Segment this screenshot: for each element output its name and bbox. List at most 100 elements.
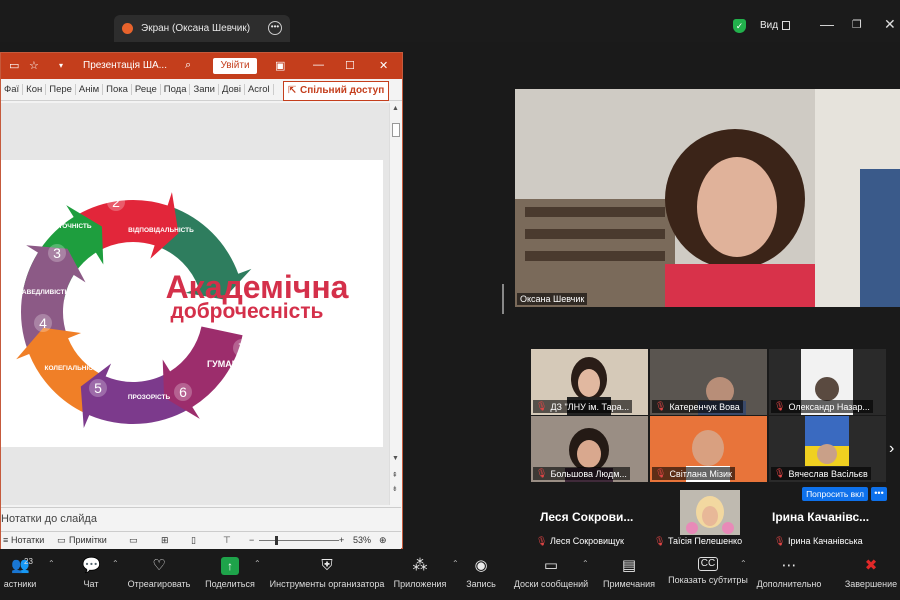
view-grid-icon[interactable] — [782, 21, 790, 30]
ribbon-tab[interactable]: Acrol — [245, 84, 274, 95]
search-icon[interactable]: ⌕ — [185, 59, 191, 72]
slide[interactable]: Академічна доброчесність 1 ВІДПОВІДАЛЬНІС… — [1, 160, 383, 447]
next-page-chevron-icon[interactable]: › — [889, 440, 894, 458]
share-caret-icon[interactable]: ⌃ — [254, 559, 261, 568]
record-button[interactable]: ◉ Запись — [464, 549, 498, 600]
zoom-slider-thumb[interactable] — [275, 536, 278, 545]
slideshow-icon[interactable]: ⊤ — [223, 532, 231, 549]
ppt-maximize-icon[interactable]: ☐ — [345, 59, 355, 72]
participant-name: 🎙 Большова Людм... — [533, 467, 630, 480]
ribbon-tab[interactable]: Пода — [161, 84, 191, 95]
captions-button[interactable]: CC Показать субтитры — [668, 549, 748, 600]
apps-button[interactable]: ⁂ Приложения — [392, 549, 448, 600]
ribbon-tab[interactable]: Пока — [103, 84, 132, 95]
more-options-icon[interactable]: ••• — [268, 21, 282, 35]
ribbon-tab[interactable]: Фаї — [1, 84, 24, 95]
close-icon[interactable]: ✕ — [884, 16, 896, 33]
participant-tile[interactable]: 🎙 Світлана Мізик — [650, 416, 767, 482]
ppt-close-icon[interactable]: ✕ — [379, 59, 388, 72]
participants-caret-icon[interactable]: ⌃ — [48, 559, 55, 568]
end-meeting-button[interactable]: ✖ Завершение — [842, 549, 900, 600]
segment-label: ВІДПОВІДАЛЬНІСТЬ — [128, 227, 194, 234]
segment-number: 2 — [112, 194, 120, 210]
active-speaker-video[interactable]: Оксана Шевчик — [515, 89, 900, 307]
sorter-view-icon[interactable]: ⊞ — [161, 532, 169, 549]
restore-icon[interactable]: ❐ — [852, 18, 862, 31]
muted-mic-icon: 🎙 — [655, 468, 667, 478]
scroll-up-icon[interactable]: ▲ — [392, 105, 399, 112]
apps-caret-icon[interactable]: ⌃ — [452, 559, 459, 568]
tile-more-button[interactable]: ••• — [871, 487, 887, 501]
dropdown-icon[interactable]: ▾ — [59, 61, 63, 70]
react-button[interactable]: ♡ Отреагировать — [124, 549, 194, 600]
ppt-title-bar: ▭ ☆ ▾ Презентація ША... ⌕ Увійти ▣ — ☐ ✕ — [1, 53, 402, 79]
share-button[interactable]: ⇱ Спільний доступ — [283, 81, 389, 101]
notes-toggle[interactable]: Нотатки — [11, 532, 44, 549]
zoom-window: Экран (Оксана Шевчик) ••• ✓ Вид — ❐ ✕ ▭ … — [0, 0, 900, 600]
whiteboards-caret-icon[interactable]: ⌃ — [582, 559, 589, 568]
host-tools-button[interactable]: ⛨ Инструменты организатора — [268, 549, 386, 600]
participant-tile[interactable]: 🎙 Катеренчук Вова — [650, 349, 767, 415]
comments-toggle[interactable]: Примітки — [69, 532, 107, 549]
normal-view-icon[interactable]: ▭ — [129, 532, 138, 549]
participant-tile[interactable]: 🎙 Олександр Назар... — [769, 349, 886, 415]
participant-tile[interactable]: 🎙 Большова Людм... — [531, 416, 648, 482]
notes-toggle-icon[interactable]: ≡ — [3, 532, 8, 549]
captions-caret-icon[interactable]: ⌃ — [740, 559, 747, 568]
ribbon-display-icon[interactable]: ▣ — [275, 59, 285, 72]
ribbon-tab[interactable]: Дові — [219, 84, 245, 95]
ribbon-tab[interactable]: Кон — [23, 84, 47, 95]
split-handle[interactable] — [502, 284, 504, 314]
notes-button[interactable]: ▤ Примечания — [600, 549, 658, 600]
ribbon-tab[interactable]: Анім — [76, 84, 104, 95]
share-screen-button[interactable]: ↑ Поделиться — [202, 549, 258, 600]
ribbon-tab[interactable]: Пере — [46, 84, 76, 95]
ribbon-tab[interactable]: Реце — [132, 84, 161, 95]
ppt-minimize-icon[interactable]: — — [313, 59, 324, 71]
zoom-slider[interactable] — [259, 540, 339, 541]
powerpoint-icon — [122, 23, 133, 34]
screen-share-tab[interactable]: Экран (Оксана Шевчик) ••• — [114, 15, 290, 42]
chat-button[interactable]: 💬 Чат — [74, 549, 108, 600]
share-icon: ⇱ — [288, 85, 297, 96]
title-bar: Экран (Оксана Шевчик) ••• ✓ Вид — ❐ ✕ — [0, 0, 900, 42]
chat-caret-icon[interactable]: ⌃ — [112, 559, 119, 568]
segment-number: 3 — [53, 245, 61, 261]
captions-icon: CC — [698, 557, 718, 571]
prev-slide-icon[interactable]: ⇞ — [392, 471, 398, 479]
segment-number: 7 — [238, 340, 246, 356]
ribbon-tab[interactable]: Запи — [190, 84, 219, 95]
chat-icon: 💬 — [82, 557, 101, 574]
whiteboards-button[interactable]: ▭ Доски сообщений — [512, 549, 590, 600]
view-button[interactable]: Вид — [760, 20, 778, 31]
participant-name: 🎙 Леся Сокровищук — [536, 536, 624, 546]
shield-icon: ⛨ — [321, 557, 333, 574]
security-shield-icon[interactable]: ✓ — [733, 19, 746, 33]
slide-title-line2: доброчесність — [171, 300, 324, 323]
more-button[interactable]: ⋯ Дополнительно — [754, 549, 824, 600]
pin-icon[interactable]: ☆ — [29, 59, 39, 72]
signin-button[interactable]: Увійти — [213, 58, 257, 74]
minimize-icon[interactable]: — — [820, 16, 834, 32]
reading-view-icon[interactable]: ▯ — [191, 532, 196, 549]
scroll-thumb[interactable] — [392, 123, 400, 137]
comments-icon[interactable]: ▭ — [57, 532, 66, 549]
present-icon[interactable]: ▭ — [9, 59, 19, 72]
vertical-scrollbar[interactable]: ▲ ▼ ⇞ ⇟ — [389, 103, 401, 505]
tab-title: Экран (Оксана Шевчик) — [141, 23, 251, 34]
ask-unmute-button[interactable]: Попросить вкл — [802, 487, 868, 501]
participant-video — [686, 496, 734, 534]
participant-tile[interactable]: 🎙 ДЗ "ЛНУ ім. Тара... — [531, 349, 648, 415]
next-slide-icon[interactable]: ⇟ — [392, 485, 398, 493]
zoom-in-icon[interactable]: + — [339, 532, 344, 549]
zoom-out-icon[interactable]: − — [249, 532, 254, 549]
participant-tile[interactable] — [680, 490, 740, 535]
fit-slide-icon[interactable]: ⊕ — [379, 532, 387, 549]
record-icon: ◉ — [474, 557, 488, 574]
segment-label: ПРОЗОРІСТЬ — [128, 394, 171, 401]
participant-tile[interactable]: 🎙 Вячеслав Васільєв — [769, 416, 886, 482]
scroll-down-icon[interactable]: ▼ — [392, 455, 399, 462]
zoom-level[interactable]: 53% — [353, 532, 371, 549]
participants-button[interactable]: 👥 23 астники — [0, 549, 40, 600]
notes-pane[interactable]: Нотатки до слайда — [1, 507, 401, 529]
